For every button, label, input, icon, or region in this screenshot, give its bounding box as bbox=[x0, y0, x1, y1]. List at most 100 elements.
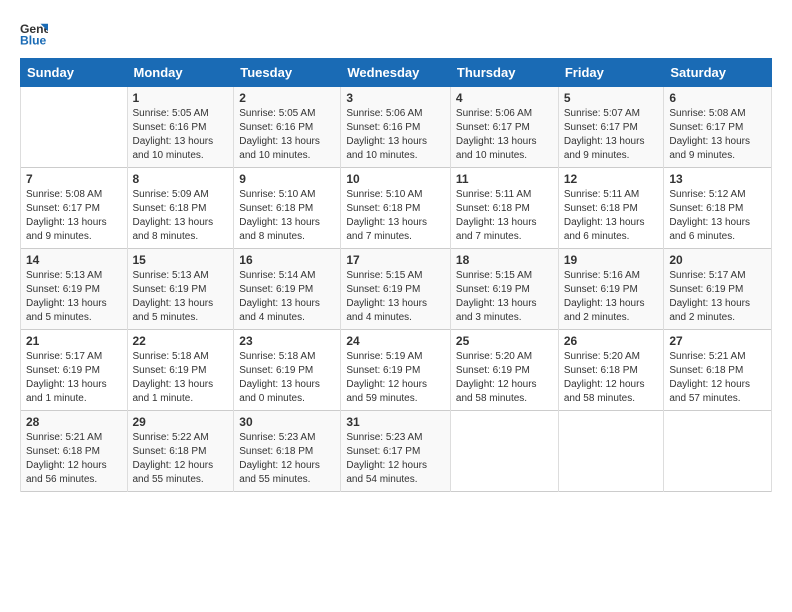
day-info: Sunrise: 5:18 AMSunset: 6:19 PMDaylight:… bbox=[133, 350, 229, 406]
day-info: Sunrise: 5:08 AMSunset: 6:17 PMDaylight:… bbox=[669, 107, 766, 163]
day-info: Sunrise: 5:20 AMSunset: 6:18 PMDaylight:… bbox=[564, 350, 659, 406]
day-number: 30 bbox=[239, 415, 335, 429]
day-info: Sunrise: 5:05 AMSunset: 6:16 PMDaylight:… bbox=[133, 107, 229, 163]
day-info: Sunrise: 5:20 AMSunset: 6:19 PMDaylight:… bbox=[456, 350, 553, 406]
calendar-cell: 8 Sunrise: 5:09 AMSunset: 6:18 PMDaylight… bbox=[127, 168, 234, 249]
calendar-cell: 12 Sunrise: 5:11 AMSunset: 6:18 PMDayligh… bbox=[558, 168, 664, 249]
calendar-cell: 19 Sunrise: 5:16 AMSunset: 6:19 PMDayligh… bbox=[558, 249, 664, 330]
header-day: Friday bbox=[558, 59, 664, 87]
calendar-cell: 10 Sunrise: 5:10 AMSunset: 6:18 PMDayligh… bbox=[341, 168, 451, 249]
day-number: 29 bbox=[133, 415, 229, 429]
day-info: Sunrise: 5:15 AMSunset: 6:19 PMDaylight:… bbox=[456, 269, 553, 325]
calendar-cell: 7 Sunrise: 5:08 AMSunset: 6:17 PMDaylight… bbox=[21, 168, 128, 249]
day-info: Sunrise: 5:06 AMSunset: 6:17 PMDaylight:… bbox=[456, 107, 553, 163]
calendar-cell: 13 Sunrise: 5:12 AMSunset: 6:18 PMDayligh… bbox=[664, 168, 772, 249]
header-day: Tuesday bbox=[234, 59, 341, 87]
day-number: 2 bbox=[239, 91, 335, 105]
day-info: Sunrise: 5:12 AMSunset: 6:18 PMDaylight:… bbox=[669, 188, 766, 244]
day-number: 13 bbox=[669, 172, 766, 186]
day-number: 10 bbox=[346, 172, 445, 186]
calendar-week-row: 21Sunrise: 5:17 AMSunset: 6:19 PMDayligh… bbox=[21, 330, 772, 411]
day-number: 24 bbox=[346, 334, 445, 348]
day-number: 12 bbox=[564, 172, 659, 186]
calendar-cell bbox=[450, 411, 558, 492]
svg-text:Blue: Blue bbox=[20, 33, 47, 47]
day-number: 21 bbox=[26, 334, 122, 348]
calendar-cell: 9Sunrise: 5:10 AMSunset: 6:18 PMDaylight… bbox=[234, 168, 341, 249]
day-number: 9 bbox=[239, 172, 335, 186]
calendar-cell: 29 Sunrise: 5:22 AMSunset: 6:18 PMDayligh… bbox=[127, 411, 234, 492]
header-day: Saturday bbox=[664, 59, 772, 87]
calendar-cell: 5Sunrise: 5:07 AMSunset: 6:17 PMDaylight… bbox=[558, 87, 664, 168]
day-info: Sunrise: 5:10 AMSunset: 6:18 PMDaylight:… bbox=[346, 188, 445, 244]
day-number: 11 bbox=[456, 172, 553, 186]
day-number: 26 bbox=[564, 334, 659, 348]
calendar-week-row: 28 Sunrise: 5:21 AMSunset: 6:18 PMDayligh… bbox=[21, 411, 772, 492]
calendar-cell: 16Sunrise: 5:14 AMSunset: 6:19 PMDayligh… bbox=[234, 249, 341, 330]
day-info: Sunrise: 5:18 AMSunset: 6:19 PMDaylight:… bbox=[239, 350, 335, 406]
calendar-table: SundayMondayTuesdayWednesdayThursdayFrid… bbox=[20, 58, 772, 492]
day-info: Sunrise: 5:17 AMSunset: 6:19 PMDaylight:… bbox=[669, 269, 766, 325]
header: General Blue bbox=[20, 20, 772, 48]
day-number: 16 bbox=[239, 253, 335, 267]
calendar-cell bbox=[664, 411, 772, 492]
calendar-cell: 3Sunrise: 5:06 AMSunset: 6:16 PMDaylight… bbox=[341, 87, 451, 168]
day-number: 7 bbox=[26, 172, 122, 186]
day-info: Sunrise: 5:13 AMSunset: 6:19 PMDaylight:… bbox=[133, 269, 229, 325]
day-number: 19 bbox=[564, 253, 659, 267]
day-info: Sunrise: 5:23 AMSunset: 6:18 PMDaylight:… bbox=[239, 431, 335, 487]
day-number: 14 bbox=[26, 253, 122, 267]
calendar-cell: 4 Sunrise: 5:06 AMSunset: 6:17 PMDaylight… bbox=[450, 87, 558, 168]
day-info: Sunrise: 5:06 AMSunset: 6:16 PMDaylight:… bbox=[346, 107, 445, 163]
calendar-cell: 14 Sunrise: 5:13 AMSunset: 6:19 PMDayligh… bbox=[21, 249, 128, 330]
logo: General Blue bbox=[20, 20, 54, 48]
day-info: Sunrise: 5:22 AMSunset: 6:18 PMDaylight:… bbox=[133, 431, 229, 487]
day-number: 5 bbox=[564, 91, 659, 105]
header-row: SundayMondayTuesdayWednesdayThursdayFrid… bbox=[21, 59, 772, 87]
day-info: Sunrise: 5:21 AMSunset: 6:18 PMDaylight:… bbox=[26, 431, 122, 487]
calendar-cell: 23 Sunrise: 5:18 AMSunset: 6:19 PMDayligh… bbox=[234, 330, 341, 411]
calendar-cell: 25Sunrise: 5:20 AMSunset: 6:19 PMDayligh… bbox=[450, 330, 558, 411]
day-info: Sunrise: 5:09 AMSunset: 6:18 PMDaylight:… bbox=[133, 188, 229, 244]
calendar-cell: 24 Sunrise: 5:19 AMSunset: 6:19 PMDayligh… bbox=[341, 330, 451, 411]
day-info: Sunrise: 5:05 AMSunset: 6:16 PMDaylight:… bbox=[239, 107, 335, 163]
calendar-week-row: 14 Sunrise: 5:13 AMSunset: 6:19 PMDayligh… bbox=[21, 249, 772, 330]
day-info: Sunrise: 5:21 AMSunset: 6:18 PMDaylight:… bbox=[669, 350, 766, 406]
day-number: 6 bbox=[669, 91, 766, 105]
day-number: 17 bbox=[346, 253, 445, 267]
header-day: Wednesday bbox=[341, 59, 451, 87]
header-day: Monday bbox=[127, 59, 234, 87]
day-number: 1 bbox=[133, 91, 229, 105]
day-number: 8 bbox=[133, 172, 229, 186]
day-number: 28 bbox=[26, 415, 122, 429]
day-number: 20 bbox=[669, 253, 766, 267]
calendar-cell: 18 Sunrise: 5:15 AMSunset: 6:19 PMDayligh… bbox=[450, 249, 558, 330]
day-info: Sunrise: 5:16 AMSunset: 6:19 PMDaylight:… bbox=[564, 269, 659, 325]
calendar-cell: 20 Sunrise: 5:17 AMSunset: 6:19 PMDayligh… bbox=[664, 249, 772, 330]
day-number: 31 bbox=[346, 415, 445, 429]
calendar-cell: 30 Sunrise: 5:23 AMSunset: 6:18 PMDayligh… bbox=[234, 411, 341, 492]
calendar-cell bbox=[21, 87, 128, 168]
day-info: Sunrise: 5:13 AMSunset: 6:19 PMDaylight:… bbox=[26, 269, 122, 325]
day-number: 15 bbox=[133, 253, 229, 267]
calendar-cell: 2 Sunrise: 5:05 AMSunset: 6:16 PMDaylight… bbox=[234, 87, 341, 168]
day-number: 23 bbox=[239, 334, 335, 348]
calendar-cell: 31 Sunrise: 5:23 AMSunset: 6:17 PMDayligh… bbox=[341, 411, 451, 492]
day-info: Sunrise: 5:15 AMSunset: 6:19 PMDaylight:… bbox=[346, 269, 445, 325]
calendar-cell: 17 Sunrise: 5:15 AMSunset: 6:19 PMDayligh… bbox=[341, 249, 451, 330]
calendar-cell: 15 Sunrise: 5:13 AMSunset: 6:19 PMDayligh… bbox=[127, 249, 234, 330]
day-info: Sunrise: 5:11 AMSunset: 6:18 PMDaylight:… bbox=[456, 188, 553, 244]
day-number: 22 bbox=[133, 334, 229, 348]
header-day: Sunday bbox=[21, 59, 128, 87]
header-day: Thursday bbox=[450, 59, 558, 87]
day-info: Sunrise: 5:08 AMSunset: 6:17 PMDaylight:… bbox=[26, 188, 122, 244]
day-info: Sunrise: 5:19 AMSunset: 6:19 PMDaylight:… bbox=[346, 350, 445, 406]
day-number: 4 bbox=[456, 91, 553, 105]
day-info: Sunrise: 5:11 AMSunset: 6:18 PMDaylight:… bbox=[564, 188, 659, 244]
day-number: 18 bbox=[456, 253, 553, 267]
calendar-cell: 21Sunrise: 5:17 AMSunset: 6:19 PMDayligh… bbox=[21, 330, 128, 411]
calendar-cell: 11 Sunrise: 5:11 AMSunset: 6:18 PMDayligh… bbox=[450, 168, 558, 249]
calendar-week-row: 7 Sunrise: 5:08 AMSunset: 6:17 PMDaylight… bbox=[21, 168, 772, 249]
day-info: Sunrise: 5:23 AMSunset: 6:17 PMDaylight:… bbox=[346, 431, 445, 487]
calendar-week-row: 1 Sunrise: 5:05 AMSunset: 6:16 PMDaylight… bbox=[21, 87, 772, 168]
